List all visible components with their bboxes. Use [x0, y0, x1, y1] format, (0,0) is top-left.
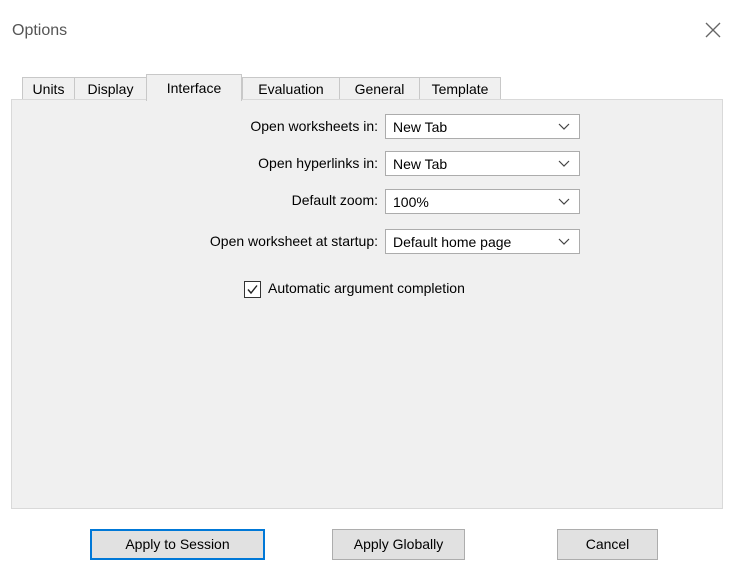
open-hyperlinks-label: Open hyperlinks in:	[258, 155, 378, 171]
apply-to-session-button[interactable]: Apply to Session	[90, 529, 265, 560]
open-worksheets-select[interactable]: New Tab	[385, 114, 580, 139]
chevron-down-icon	[558, 198, 570, 205]
tab-display[interactable]: Display	[74, 77, 147, 99]
tab-evaluation[interactable]: Evaluation	[242, 77, 340, 99]
chevron-down-icon	[558, 160, 570, 167]
checkmark-icon	[247, 285, 258, 295]
tab-interface[interactable]: Interface	[146, 74, 242, 101]
tab-general[interactable]: General	[339, 77, 420, 99]
cancel-button[interactable]: Cancel	[557, 529, 658, 560]
tab-template[interactable]: Template	[419, 77, 501, 99]
default-zoom-value: 100%	[393, 194, 429, 210]
open-at-startup-select[interactable]: Default home page	[385, 229, 580, 254]
default-zoom-label: Default zoom:	[291, 192, 378, 208]
chevron-down-icon	[558, 123, 570, 130]
open-worksheets-value: New Tab	[393, 119, 448, 135]
open-worksheets-label: Open worksheets in:	[250, 118, 378, 134]
default-zoom-select[interactable]: 100%	[385, 189, 580, 214]
open-hyperlinks-value: New Tab	[393, 156, 448, 172]
apply-globally-button[interactable]: Apply Globally	[332, 529, 465, 560]
open-at-startup-label: Open worksheet at startup:	[209, 233, 378, 249]
auto-completion-checkbox[interactable]	[244, 281, 261, 298]
open-at-startup-value: Default home page	[393, 234, 512, 250]
auto-completion-label[interactable]: Automatic argument completion	[268, 280, 465, 296]
chevron-down-icon	[558, 238, 570, 245]
title-bar: Options	[0, 0, 735, 62]
close-icon[interactable]	[702, 19, 724, 41]
window-title: Options	[12, 22, 68, 39]
open-hyperlinks-select[interactable]: New Tab	[385, 151, 580, 176]
tab-units[interactable]: Units	[22, 77, 75, 99]
